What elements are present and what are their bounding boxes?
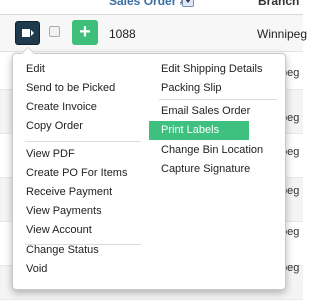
menu-item-view-account[interactable]: View Account [13, 221, 148, 240]
menu-item-email-sales-order[interactable]: Email Sales Order [149, 102, 287, 121]
row-checkbox[interactable] [49, 26, 60, 37]
menu-item-capture-signature[interactable]: Capture Signature [149, 160, 287, 179]
menu-item-receive-payment[interactable]: Receive Payment [13, 183, 148, 202]
menu-divider [159, 99, 277, 100]
menu-item-copy-order[interactable]: Copy Order [13, 117, 148, 136]
menu-item-packing-slip[interactable]: Packing Slip [149, 79, 287, 98]
menu-item-void[interactable]: Void [13, 260, 148, 279]
add-button[interactable]: + [72, 20, 98, 45]
menu-item-print-labels[interactable]: Print Labels [149, 121, 249, 140]
menu-item-edit[interactable]: Edit [13, 60, 148, 79]
menu-item-change-status[interactable]: Change Status [13, 241, 148, 260]
menu-item-view-pdf[interactable]: View PDF [13, 145, 148, 164]
menu-item-send-to-be-picked[interactable]: Send to be Picked [13, 79, 148, 98]
row-actions-button[interactable] [15, 21, 40, 45]
menu-caret [21, 47, 35, 54]
row-actions-menu: Edit Send to be Picked Create Invoice Co… [12, 47, 287, 290]
sort-dropdown-icon[interactable] [182, 0, 194, 7]
menu-item-change-bin-location[interactable]: Change Bin Location [149, 141, 287, 160]
menu-divider [25, 141, 141, 142]
branch-column-header[interactable]: Branch [258, 0, 299, 8]
menu-item-edit-shipping-details[interactable]: Edit Shipping Details [149, 60, 287, 79]
actions-menu-icon [22, 29, 34, 37]
menu-item-create-invoice[interactable]: Create Invoice [13, 98, 148, 117]
branch-cell: Winnipeg [257, 27, 308, 41]
sales-order-column-header[interactable]: Sales Order # [109, 0, 186, 8]
menu-item-create-po-for-items[interactable]: Create PO For Items [13, 164, 148, 183]
order-number[interactable]: 1088 [109, 27, 136, 41]
menu-item-view-payments[interactable]: View Payments [13, 202, 148, 221]
table-header: Sales Order # Branch [0, 0, 303, 10]
